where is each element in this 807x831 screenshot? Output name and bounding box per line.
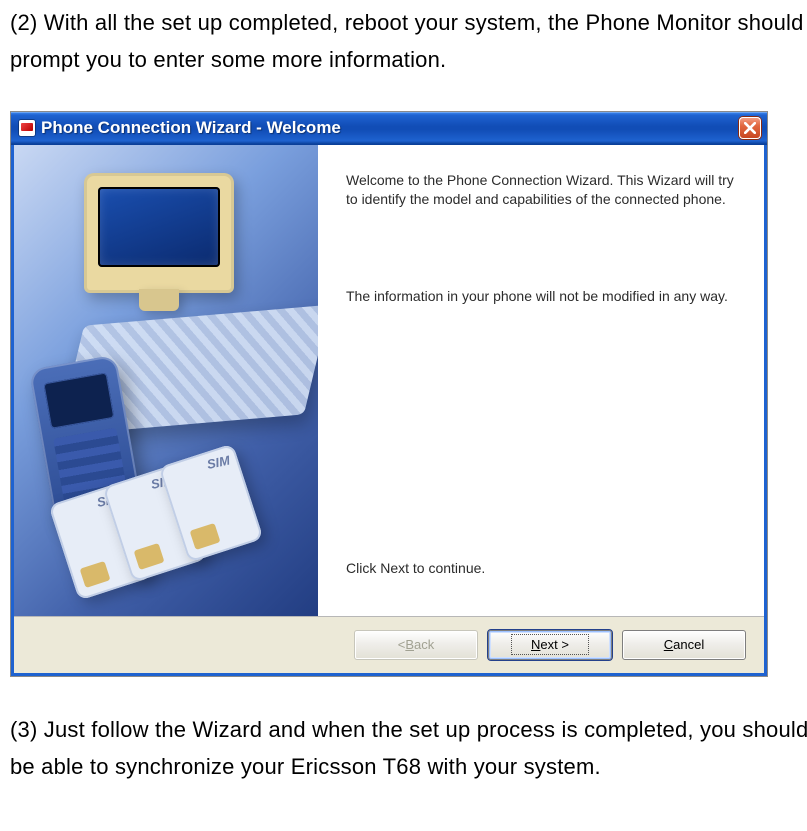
close-button[interactable] <box>739 117 761 139</box>
next-button-inner: Next > <box>513 636 587 653</box>
cancel-button-suffix: ancel <box>673 637 704 652</box>
document-page: (2) With all the set up completed, reboo… <box>0 0 807 831</box>
close-icon <box>744 122 756 134</box>
wizard-welcome-text: Welcome to the Phone Connection Wizard. … <box>346 171 734 209</box>
wizard-side-image <box>14 145 318 616</box>
next-button-suffix: ext > <box>540 637 569 652</box>
dialog-upper: Welcome to the Phone Connection Wizard. … <box>14 145 764 617</box>
back-button-prefix: < <box>398 637 406 652</box>
spacer <box>346 305 734 558</box>
instruction-step-2: (2) With all the set up completed, reboo… <box>10 4 807 79</box>
dialog-client-area: Welcome to the Phone Connection Wizard. … <box>11 145 767 676</box>
wizard-button-row: < Back Next > Cancel <box>14 617 764 673</box>
cancel-button[interactable]: Cancel <box>622 630 746 660</box>
wizard-body-text: Welcome to the Phone Connection Wizard. … <box>318 145 764 616</box>
next-button-mnemonic: N <box>531 637 540 652</box>
titlebar[interactable]: Phone Connection Wizard - Welcome <box>11 112 767 145</box>
app-icon <box>19 120 35 136</box>
back-button-mnemonic: B <box>405 637 414 652</box>
titlebar-text: Phone Connection Wizard - Welcome <box>41 118 341 138</box>
next-button[interactable]: Next > <box>488 630 612 660</box>
back-button-suffix: ack <box>414 637 434 652</box>
cancel-button-mnemonic: C <box>664 637 673 652</box>
wizard-dialog: Phone Connection Wizard - Welcome We <box>10 111 768 677</box>
monitor-graphic <box>84 173 234 293</box>
instruction-step-3: (3) Just follow the Wizard and when the … <box>10 711 807 786</box>
back-button: < Back <box>354 630 478 660</box>
wizard-click-next-text: Click Next to continue. <box>346 559 734 578</box>
wizard-not-modified-text: The information in your phone will not b… <box>346 287 734 306</box>
